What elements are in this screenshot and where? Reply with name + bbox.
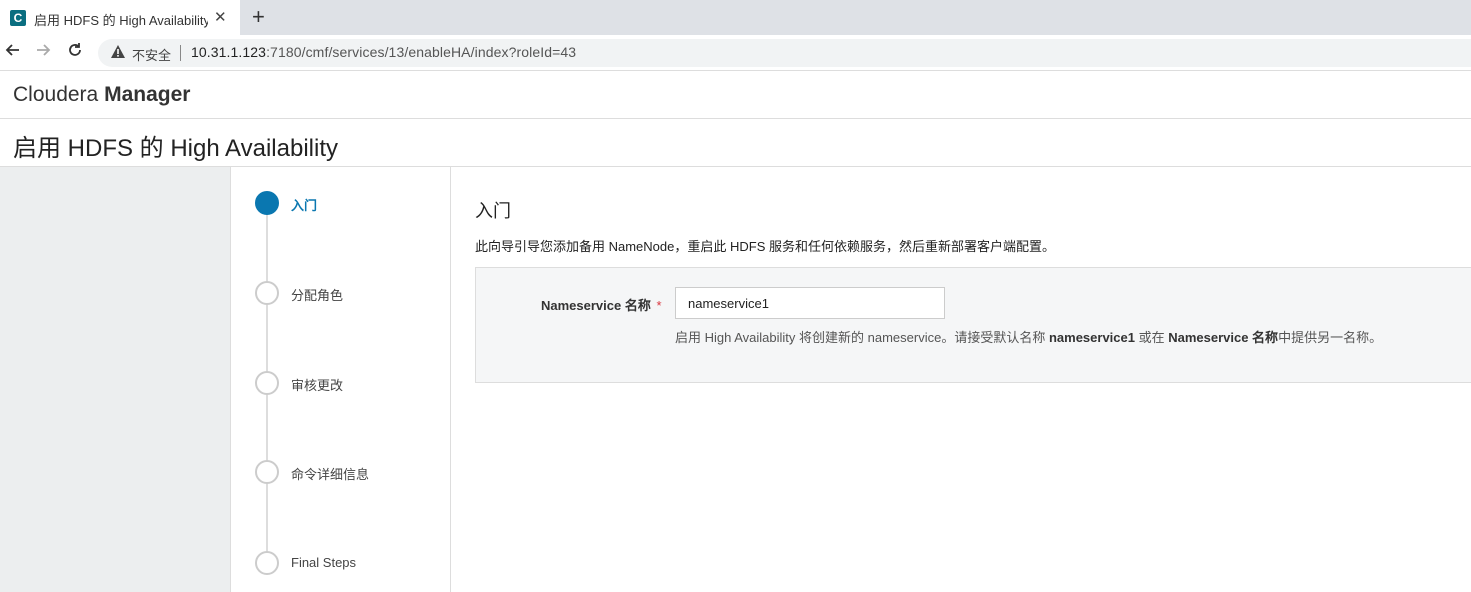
help-bold-default: nameservice1 xyxy=(1048,330,1135,345)
wizard-steps: 入门 分配角色 审核更改 命令详细信息 Final Steps xyxy=(231,167,451,592)
left-panel xyxy=(0,167,231,592)
close-icon[interactable]: ✕ xyxy=(214,8,227,26)
intro-text: 此向导引导您添加备用 NameNode，重启此 HDFS 服务和任何依赖服务，然… xyxy=(475,239,1055,254)
nameservice-input[interactable] xyxy=(675,287,945,319)
step-dot-icon xyxy=(255,371,279,395)
step-dot-icon xyxy=(255,460,279,484)
step-dot-icon xyxy=(255,191,279,215)
insecure-label: 不安全 xyxy=(132,48,172,63)
step-getting-started[interactable]: 入门 xyxy=(255,191,445,215)
divider xyxy=(180,45,181,61)
step-final-steps[interactable]: Final Steps xyxy=(255,551,445,575)
section-title: 入门 xyxy=(475,201,511,221)
step-label: 分配角色 xyxy=(291,288,344,303)
app-header: Cloudera Manager xyxy=(0,71,1471,119)
step-dot-icon xyxy=(255,281,279,305)
page-header: 启用 HDFS 的 High Availability xyxy=(0,119,1471,167)
help-text: 启用 High Availability 将创建新的 nameservice。请… xyxy=(675,327,1382,346)
tab-title: 启用 HDFS 的 High Availability xyxy=(34,13,208,28)
arrow-left-icon[interactable] xyxy=(4,41,22,64)
brand-light: Cloudera xyxy=(13,83,99,106)
step-command-details[interactable]: 命令详细信息 xyxy=(255,460,445,484)
browser-tab-bar: C 启用 HDFS 的 High Availability ✕ + xyxy=(0,0,1471,35)
new-tab-button[interactable]: + xyxy=(252,4,265,30)
help-prefix: 启用 High Availability 将创建新的 nameservice。请… xyxy=(675,330,1049,345)
cloudera-favicon-icon: C xyxy=(10,10,26,26)
step-label: 入门 xyxy=(291,198,318,213)
arrow-right-icon[interactable] xyxy=(34,41,52,64)
url-text[interactable]: 10.31.1.123:7180/cmf/services/13/enableH… xyxy=(191,44,576,60)
reload-icon[interactable] xyxy=(66,41,84,64)
step-dot-icon xyxy=(255,551,279,575)
main-content: 入门 此向导引导您添加备用 NameNode，重启此 HDFS 服务和任何依赖服… xyxy=(452,167,1471,592)
nameservice-label: Nameservice 名称 * xyxy=(541,295,662,314)
required-mark: * xyxy=(656,298,662,313)
warning-triangle-icon[interactable] xyxy=(110,44,126,60)
step-review-changes[interactable]: 审核更改 xyxy=(255,371,445,395)
url-host: 10.31.1.123 xyxy=(191,44,267,60)
help-suffix: 中提供另一名称。 xyxy=(1278,330,1383,345)
browser-address-bar: 不安全 10.31.1.123:7180/cmf/services/13/ena… xyxy=(0,35,1471,71)
browser-tab[interactable]: C 启用 HDFS 的 High Availability ✕ xyxy=(0,0,240,35)
step-label: 审核更改 xyxy=(291,378,344,393)
step-label: Final Steps xyxy=(291,555,357,570)
help-middle: 或在 xyxy=(1134,330,1169,345)
url-field[interactable]: 不安全 10.31.1.123:7180/cmf/services/13/ena… xyxy=(98,39,1471,67)
help-bold-field: Nameservice 名称 xyxy=(1168,330,1279,345)
step-label: 命令详细信息 xyxy=(291,467,370,482)
step-assign-roles[interactable]: 分配角色 xyxy=(255,281,445,305)
brand-bold: Manager xyxy=(104,83,191,106)
form-panel: Nameservice 名称 * 启用 High Availability 将创… xyxy=(475,267,1471,383)
page-title: 启用 HDFS 的 High Availability xyxy=(13,135,338,162)
field-label-text: Nameservice 名称 xyxy=(541,298,651,313)
brand-logo[interactable]: Cloudera Manager xyxy=(13,83,190,107)
url-path: :7180/cmf/services/13/enableHA/index?rol… xyxy=(266,44,577,60)
